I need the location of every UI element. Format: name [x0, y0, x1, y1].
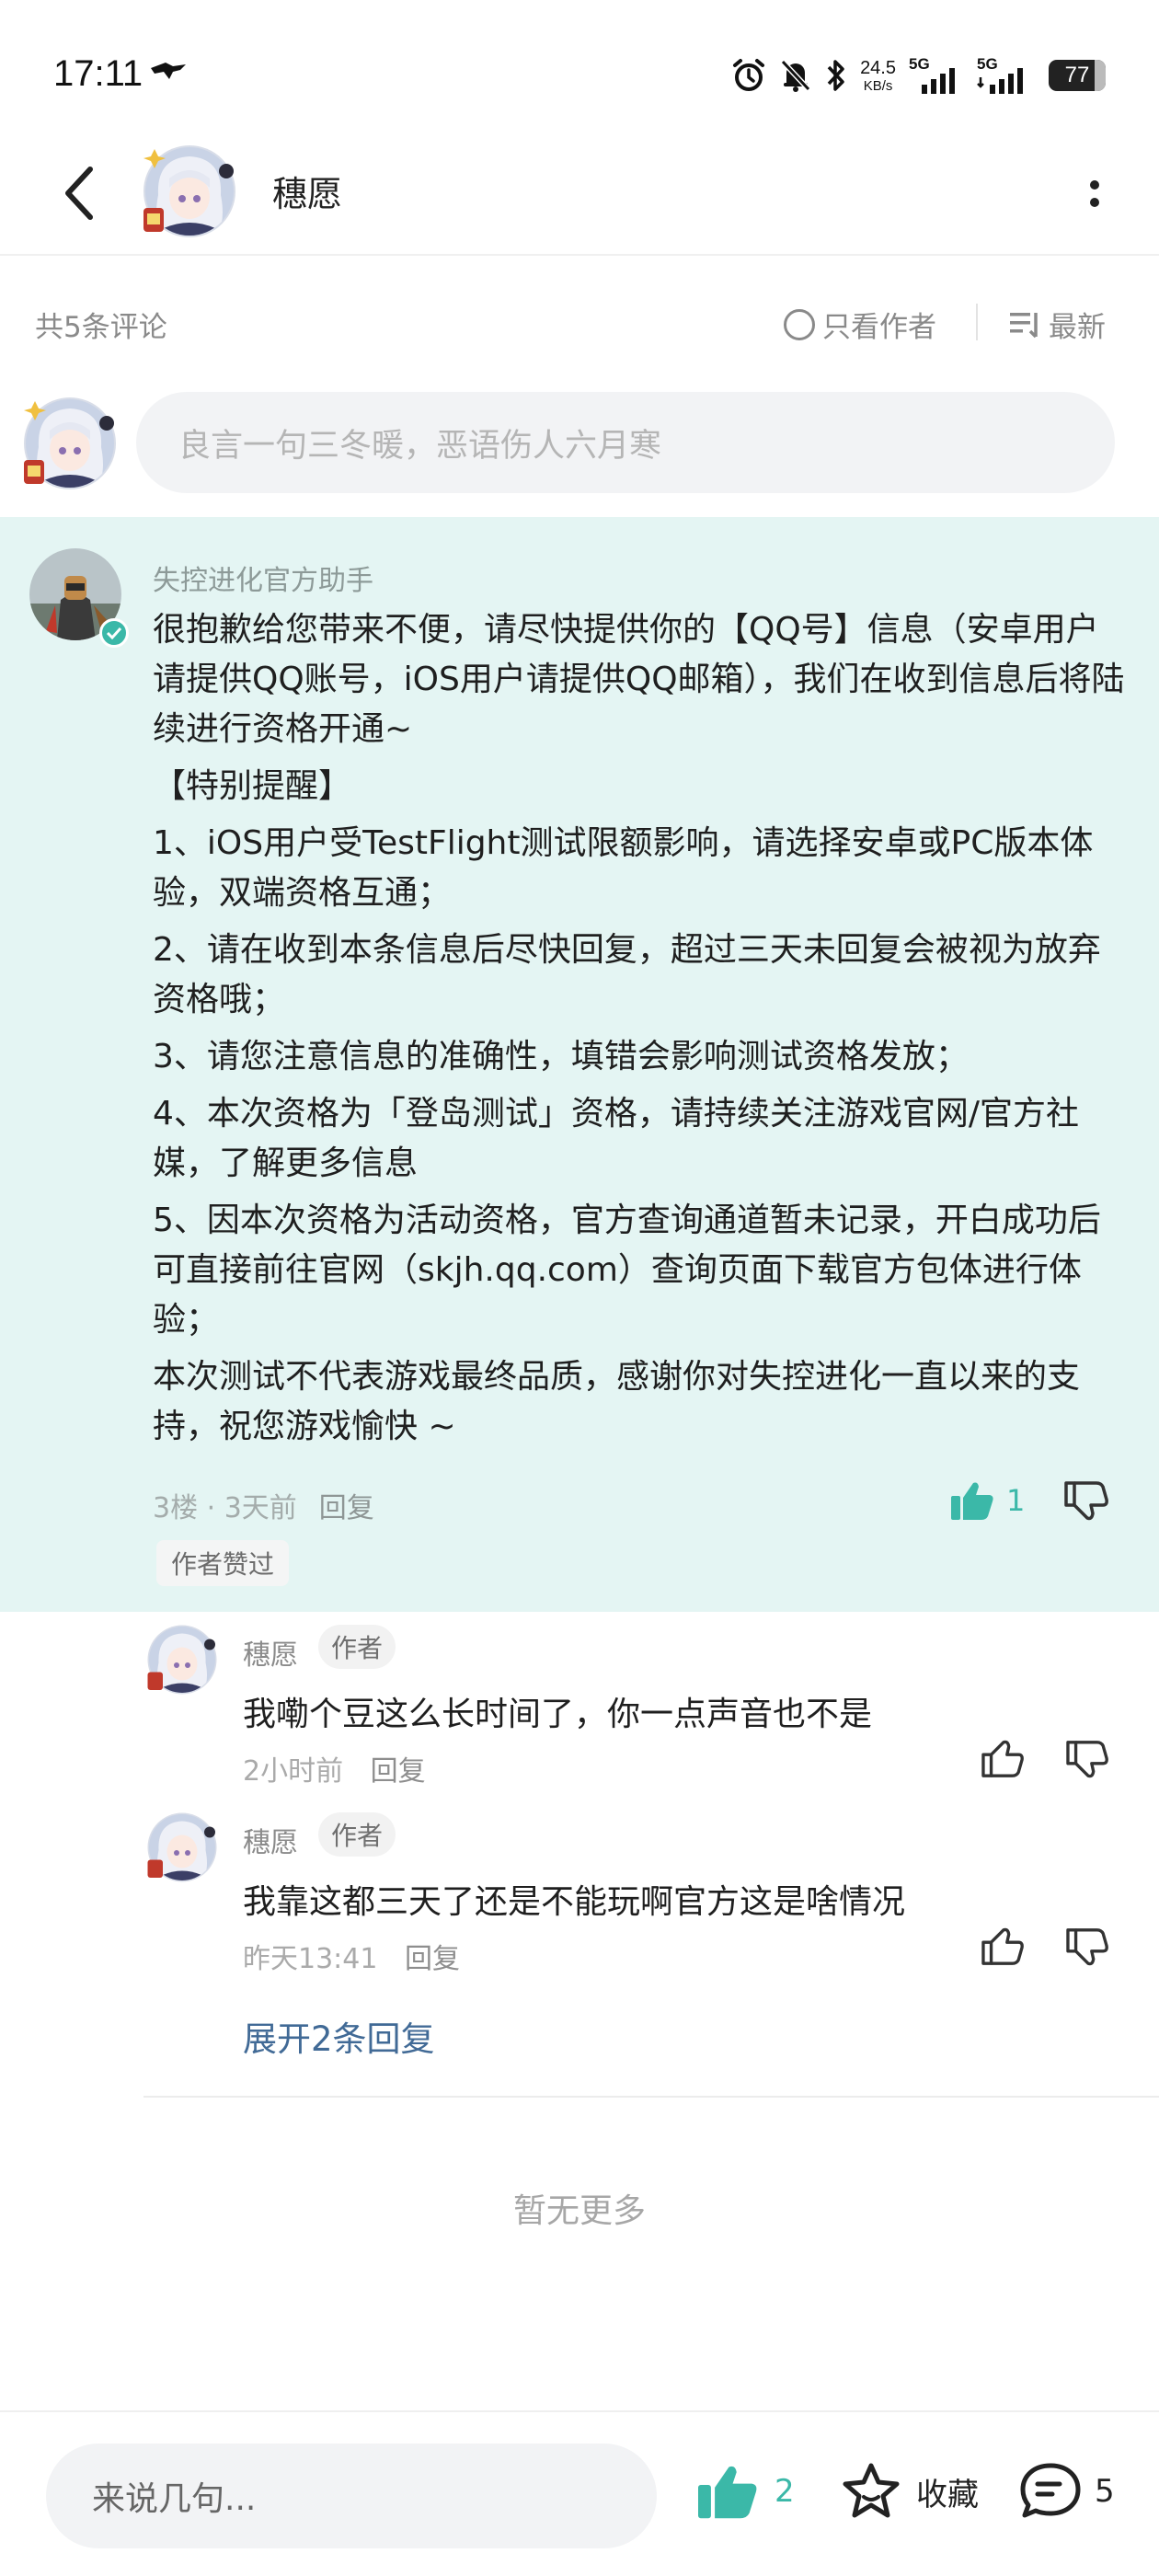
- more-options-button[interactable]: [1076, 166, 1113, 221]
- thumbs-up-icon[interactable]: [981, 1739, 1025, 1779]
- bottom-comment-input[interactable]: 来说几句...: [46, 2444, 657, 2548]
- radio-icon: [784, 308, 815, 340]
- reply-item: 穗愿 作者 我靠这都三天了还是不能玩啊官方这是啥情况 昨天13:41 回复: [0, 1809, 1159, 1984]
- comment-meta: 3楼 · 3天前 回复: [153, 1485, 374, 1525]
- favorite-label: 收藏: [916, 2476, 979, 2513]
- reply-author[interactable]: 穗愿: [243, 1820, 298, 1860]
- reply-text: 我嘞个豆这么长时间了，你一点声音也不是: [243, 1696, 873, 1733]
- sort-label: 最新: [1049, 311, 1106, 344]
- only-author-label: 只看作者: [822, 311, 936, 344]
- reply-avatar[interactable]: [143, 1809, 221, 1886]
- post-like-button[interactable]: 2: [695, 2462, 795, 2521]
- comment-bubble-icon: [1020, 2463, 1081, 2518]
- status-time: 17:11: [53, 53, 143, 94]
- comment-paragraph: 1、iOS用户受TestFlight测试限额影响，请选择安卓或PC版本体验，双端…: [153, 824, 1094, 912]
- reply-text: 我靠这都三天了还是不能玩啊官方这是啥情况: [243, 1883, 906, 1921]
- expand-replies-button[interactable]: 展开2条回复: [243, 2011, 435, 2061]
- comment-count: 共5条评论: [35, 311, 167, 344]
- reply-button[interactable]: 回复: [371, 1755, 426, 1788]
- author-tag: 作者: [318, 1625, 396, 1669]
- comment-author[interactable]: 失控进化官方助手: [153, 558, 373, 598]
- app-notification-icon: [151, 63, 186, 79]
- user-avatar[interactable]: [138, 140, 241, 243]
- comment-input[interactable]: 良言一句三冬暖，恶语伤人六月寒: [136, 392, 1115, 493]
- author-tag: 作者: [318, 1812, 396, 1857]
- more-dot-icon: [1090, 179, 1099, 190]
- highlighted-comment: 失控进化官方助手 很抱歉给您带来不便，请尽快提供你的【QQ号】信息（安卓用户请提…: [0, 517, 1159, 1612]
- verified-badge-icon: [99, 618, 129, 648]
- reply-author[interactable]: 穗愿: [243, 1632, 298, 1673]
- reply-item: 穗愿 作者 我嘞个豆这么长时间了，你一点声音也不是 2小时前 回复: [0, 1621, 1159, 1796]
- comment-compose: 良言一句三冬暖，恶语伤人六月寒: [0, 386, 1159, 497]
- top-nav-bar: 穗愿: [0, 129, 1159, 256]
- comment-count: 5: [1095, 2473, 1115, 2510]
- reply-time: 昨天13:41: [243, 1943, 378, 1975]
- comment-paragraph: 很抱歉给您带来不便，请尽快提供你的【QQ号】信息（安卓用户请提供QQ账号，iOS…: [153, 611, 1125, 748]
- thumbs-down-icon[interactable]: [1065, 1739, 1109, 1779]
- reply-time: 2小时前: [243, 1755, 344, 1788]
- comment-floor-time: 3楼 · 3天前: [153, 1492, 297, 1524]
- comment-paragraph: 4、本次资格为「登岛测试」资格，请持续关注游戏官网/官方社媒，了解更多信息: [153, 1095, 1080, 1182]
- sort-icon: [1010, 312, 1038, 338]
- reply-button[interactable]: 回复: [405, 1943, 460, 1975]
- thumbs-down-icon[interactable]: [1063, 1479, 1109, 1522]
- mute-icon: [780, 59, 811, 92]
- comment-paragraph: 5、因本次资格为活动资格，官方查询通道暂未记录，开白成功后可直接前往官网（skj…: [153, 1202, 1101, 1339]
- thumbs-up-filled-icon: [951, 1482, 993, 1520]
- comment-paragraph: 2、请在收到本条信息后尽快回复，超过三天未回复会被视为放弃资格哦；: [153, 931, 1101, 1018]
- back-button[interactable]: [52, 156, 107, 230]
- author-liked-badge: 作者赞过: [156, 1540, 290, 1586]
- thumbs-down-icon[interactable]: [1065, 1926, 1109, 1967]
- sort-button[interactable]: 最新: [1008, 304, 1106, 345]
- network-speed: 24.5 KB/s: [860, 57, 896, 94]
- only-author-toggle[interactable]: 只看作者: [784, 304, 936, 345]
- status-bar: 17:11 24.5 KB/s 5G 5G 77: [0, 0, 1159, 138]
- post-like-count: 2: [775, 2473, 795, 2510]
- alarm-icon: [733, 59, 765, 91]
- comment-paragraph: 【特别提醒】: [153, 767, 352, 805]
- reply-avatar[interactable]: [143, 1621, 221, 1698]
- status-icons: 24.5 KB/s 5G 5G 77: [731, 55, 1106, 96]
- reply-meta: 昨天13:41 回复: [243, 1936, 460, 1976]
- section-divider: [143, 2096, 1159, 2098]
- battery-icon: 77: [1049, 60, 1106, 91]
- comments-button[interactable]: 5: [1019, 2462, 1115, 2521]
- comment-body: 很抱歉给您带来不便，请尽快提供你的【QQ号】信息（安卓用户请提供QQ账号，iOS…: [153, 605, 1128, 1459]
- comment-paragraph: 3、请您注意信息的准确性，填错会影响测试资格发放；: [153, 1038, 969, 1075]
- more-dot-icon: [1090, 197, 1099, 207]
- favorite-button[interactable]: 收藏: [841, 2462, 979, 2521]
- bluetooth-icon: [827, 60, 844, 91]
- reply-button[interactable]: 回复: [319, 1485, 374, 1525]
- bottom-action-bar: 来说几句... 2 收藏 5: [0, 2410, 1159, 2576]
- comment-filter-bar: 共5条评论 只看作者 最新: [0, 293, 1159, 351]
- comment-paragraph: 本次测试不代表游戏最终品质，感谢你对失控进化一直以来的支持，祝您游戏愉快 ~: [153, 1358, 1081, 1445]
- reply-meta: 2小时前 回复: [243, 1748, 426, 1788]
- like-button[interactable]: 1: [949, 1479, 1025, 1522]
- star-icon: [843, 2463, 900, 2518]
- no-more-label: 暂无更多: [512, 2192, 646, 2230]
- page-title: 穗愿: [272, 174, 343, 214]
- thumbs-up-icon[interactable]: [981, 1926, 1025, 1967]
- signal-2-icon: 5G: [977, 55, 1032, 96]
- filter-divider: [976, 304, 978, 340]
- signal-1-icon: 5G: [909, 55, 964, 96]
- thumbs-up-filled-icon: [698, 2466, 757, 2519]
- my-avatar[interactable]: [18, 392, 121, 495]
- chevron-left-icon: [65, 167, 93, 220]
- like-count: 1: [1006, 1483, 1026, 1518]
